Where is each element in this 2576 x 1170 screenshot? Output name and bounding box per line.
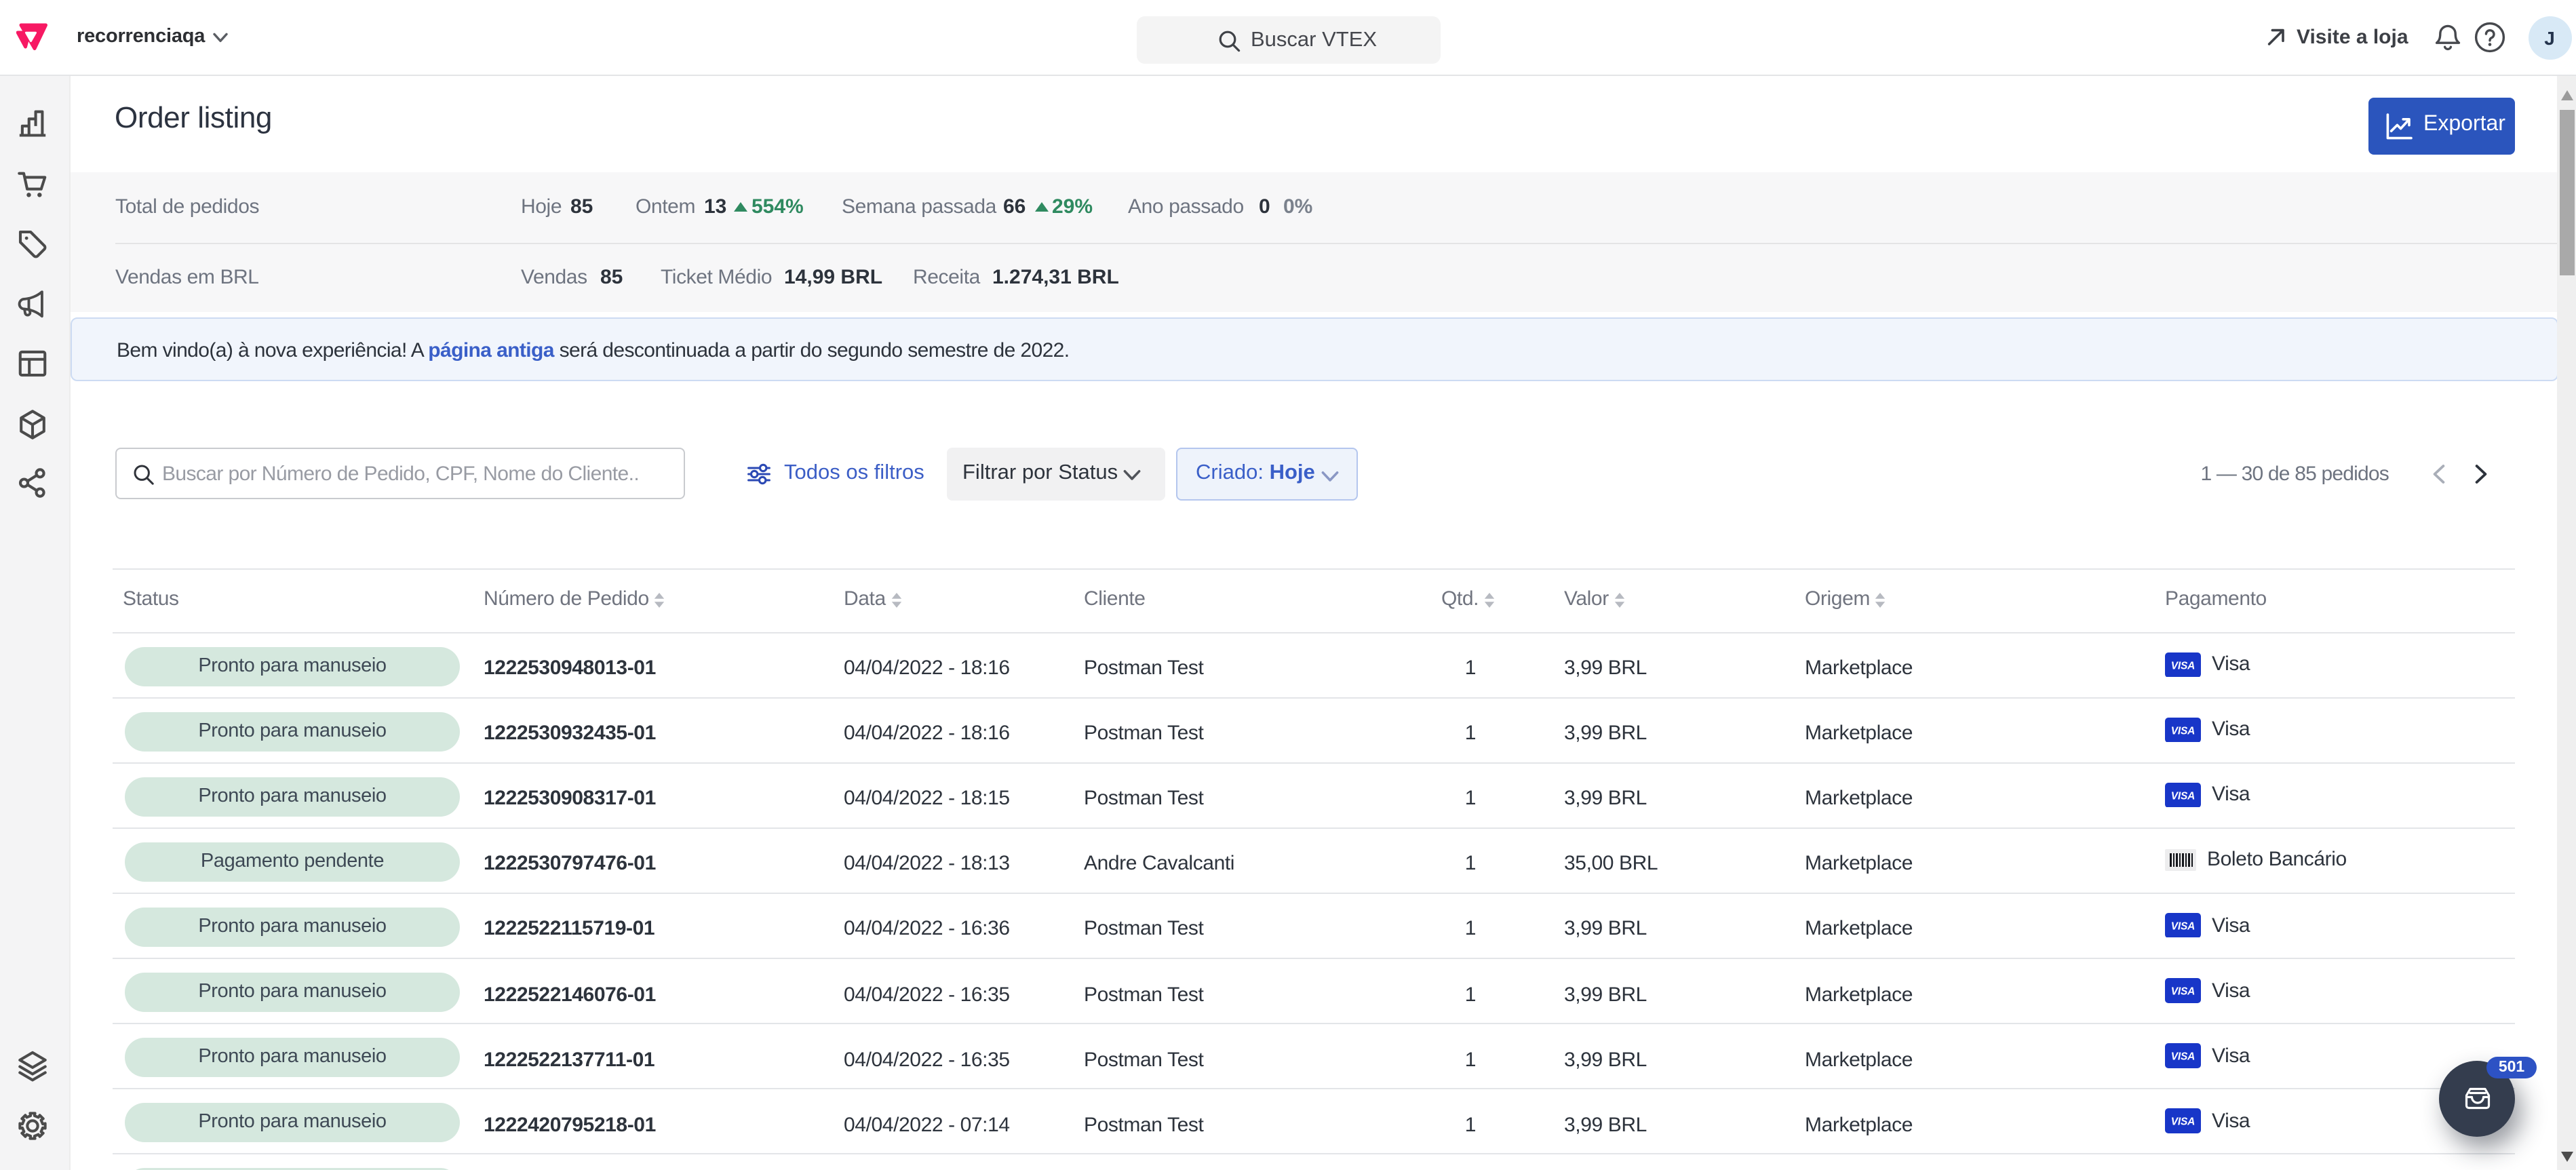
svg-text:VISA: VISA: [2171, 1116, 2195, 1128]
svg-text:VISA: VISA: [2171, 725, 2195, 737]
svg-text:VISA: VISA: [2171, 660, 2195, 671]
svg-text:VISA: VISA: [2171, 790, 2195, 802]
svg-text:VISA: VISA: [2171, 986, 2195, 998]
svg-text:VISA: VISA: [2171, 1051, 2195, 1063]
svg-text:VISA: VISA: [2171, 920, 2195, 932]
